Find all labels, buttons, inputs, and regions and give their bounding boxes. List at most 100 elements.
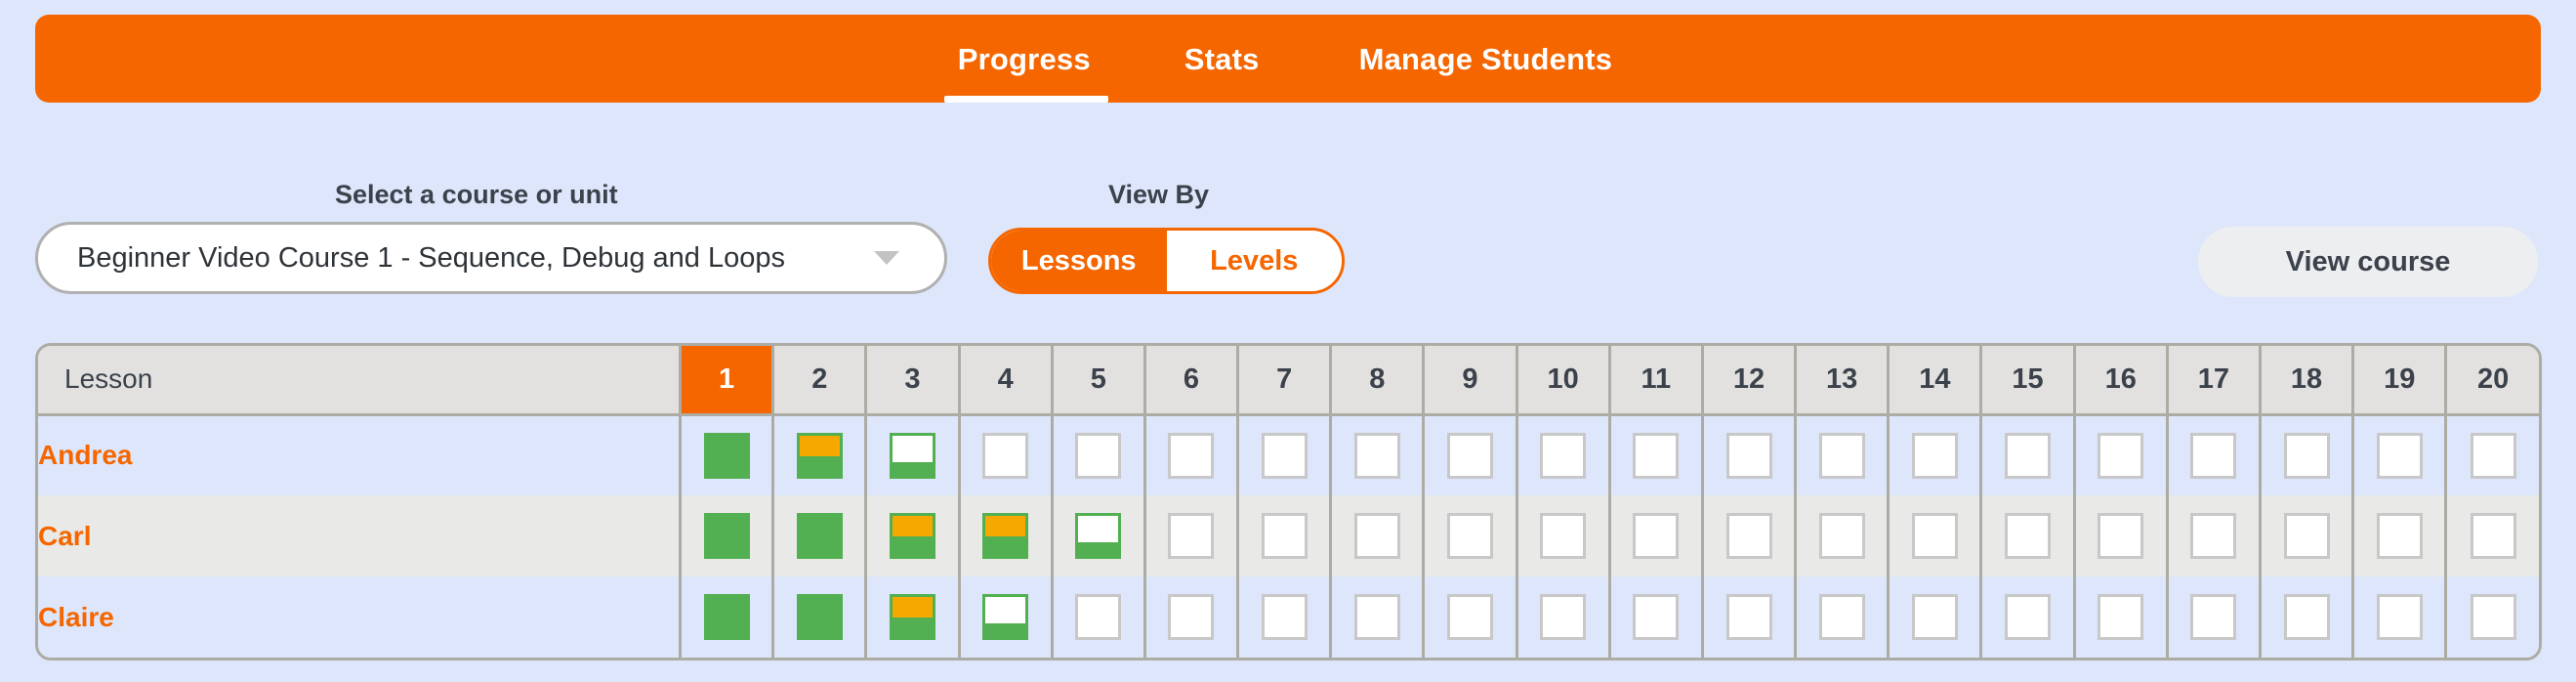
progress-cell[interactable] [1052,495,1146,576]
progress-cell[interactable] [1423,495,1518,576]
progress-box-empty [1353,594,1400,640]
header-lesson-10[interactable]: 10 [1517,346,1611,416]
progress-cell[interactable] [959,576,1054,658]
header-lesson-11[interactable]: 11 [1609,346,1704,416]
progress-cell[interactable] [2260,576,2355,658]
header-lesson-5[interactable]: 5 [1052,346,1146,416]
progress-cell[interactable] [1144,576,1240,658]
progress-cell[interactable] [1888,576,1983,658]
tab-progress[interactable]: Progress [935,15,1118,103]
progress-cell[interactable] [1609,576,1704,658]
progress-cell[interactable] [1795,495,1890,576]
progress-cell[interactable] [680,414,775,495]
progress-cell[interactable] [1237,495,1333,576]
progress-cell[interactable] [1330,414,1426,495]
progress-cell[interactable] [1144,495,1240,576]
progress-cell[interactable] [1888,495,1983,576]
student-name[interactable]: Claire [38,576,683,658]
progress-cell[interactable] [1980,414,2076,495]
progress-cell[interactable] [2260,414,2355,495]
progress-cell[interactable] [959,495,1054,576]
header-lesson-20[interactable]: 20 [2445,346,2539,416]
table-row: Claire [38,576,2539,658]
progress-cell[interactable] [2074,414,2169,495]
progress-cell[interactable] [1609,495,1704,576]
progress-box-empty [1725,432,1772,479]
progress-cell[interactable] [1517,576,1611,658]
student-name[interactable]: Carl [38,495,683,576]
view-course-button[interactable]: View course [2198,227,2538,297]
progress-band-orange [892,516,933,536]
header-lesson-6[interactable]: 6 [1144,346,1240,416]
progress-cell[interactable] [1888,414,1983,495]
tab-manage-students[interactable]: Manage Students [1330,15,1642,103]
progress-box-empty [2283,513,2330,559]
progress-box-empty [1540,594,1587,640]
header-lesson-3[interactable]: 3 [865,346,961,416]
progress-cell[interactable] [1052,576,1146,658]
progress-cell[interactable] [959,414,1054,495]
course-select[interactable]: Beginner Video Course 1 - Sequence, Debu… [35,222,947,294]
progress-cell[interactable] [2445,414,2539,495]
header-lesson-9[interactable]: 9 [1423,346,1518,416]
header-lesson-4[interactable]: 4 [959,346,1054,416]
tab-stats[interactable]: Stats [1155,15,1289,103]
progress-cell[interactable] [2352,414,2448,495]
progress-cell[interactable] [1980,495,2076,576]
progress-cell[interactable] [2167,495,2262,576]
header-lesson-8[interactable]: 8 [1330,346,1426,416]
header-lesson-13[interactable]: 13 [1795,346,1890,416]
progress-cell[interactable] [1702,414,1798,495]
progress-cell[interactable] [1609,414,1704,495]
progress-cell[interactable] [1517,414,1611,495]
progress-cell[interactable] [1423,576,1518,658]
header-lesson-7[interactable]: 7 [1237,346,1333,416]
view-by-option-levels[interactable]: Levels [1166,231,1342,291]
progress-cell[interactable] [2445,495,2539,576]
progress-cell[interactable] [2074,495,2169,576]
progress-cell[interactable] [680,495,775,576]
progress-cell[interactable] [772,576,868,658]
progress-cell[interactable] [1980,576,2076,658]
header-lesson-12[interactable]: 12 [1702,346,1798,416]
progress-cell[interactable] [2352,495,2448,576]
progress-cell[interactable] [2167,576,2262,658]
progress-cell[interactable] [2352,576,2448,658]
progress-cell[interactable] [2074,576,2169,658]
progress-box-empty [1911,594,1958,640]
header-lesson-17[interactable]: 17 [2167,346,2262,416]
header-lesson-18[interactable]: 18 [2260,346,2355,416]
progress-cell[interactable] [1795,414,1890,495]
progress-cell[interactable] [1052,414,1146,495]
table-header: Lesson 1 2 3 4 5 6 7 8 9 10 11 12 13 14 15 16 17 18 19 20 [38,346,2539,416]
header-lesson-16[interactable]: 16 [2074,346,2169,416]
progress-cell[interactable] [1423,414,1518,495]
progress-cell[interactable] [1795,576,1890,658]
progress-cell[interactable] [1330,495,1426,576]
student-name[interactable]: Andrea [38,414,683,495]
progress-cell[interactable] [1702,576,1798,658]
progress-cell[interactable] [1237,414,1333,495]
progress-cell[interactable] [1517,495,1611,576]
progress-cell[interactable] [680,576,775,658]
progress-cell[interactable] [1237,576,1333,658]
progress-cell[interactable] [1330,576,1426,658]
header-lesson-15[interactable]: 15 [1980,346,2076,416]
progress-cell[interactable] [1144,414,1240,495]
progress-cell[interactable] [2167,414,2262,495]
header-lesson-1[interactable]: 1 [680,346,775,416]
progress-cell[interactable] [772,495,868,576]
progress-cell[interactable] [2445,576,2539,658]
progress-cell[interactable] [865,495,961,576]
view-by-option-lessons[interactable]: Lessons [991,231,1167,291]
header-lesson-14[interactable]: 14 [1888,346,1983,416]
header-lesson-number: 7 [1276,362,1293,395]
header-lesson-19[interactable]: 19 [2352,346,2448,416]
progress-cell[interactable] [772,414,868,495]
progress-cell[interactable] [1702,495,1798,576]
view-by-toggle[interactable]: Lessons Levels [988,228,1345,294]
header-lesson-2[interactable]: 2 [772,346,868,416]
progress-cell[interactable] [865,576,961,658]
progress-cell[interactable] [865,414,961,495]
progress-cell[interactable] [2260,495,2355,576]
